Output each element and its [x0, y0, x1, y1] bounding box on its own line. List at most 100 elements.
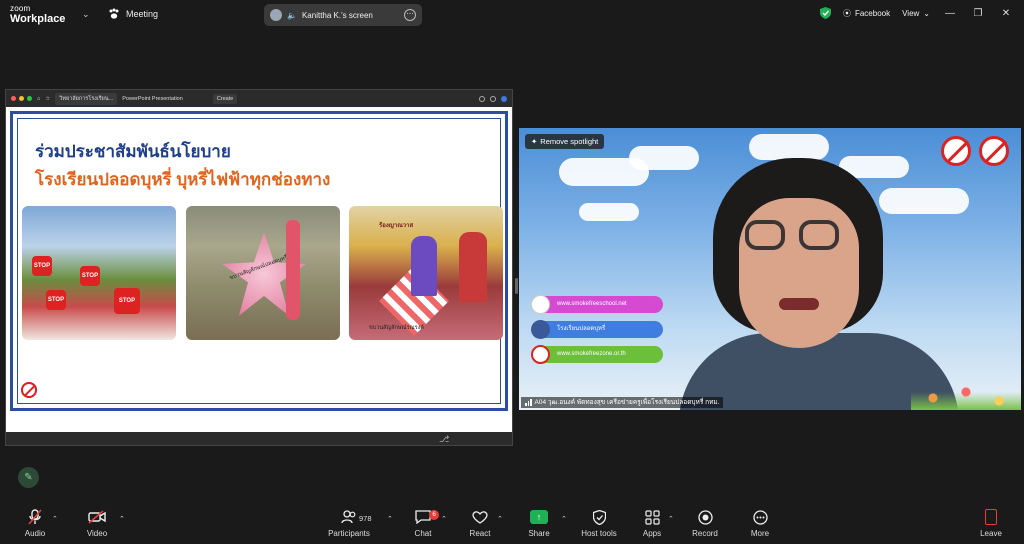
- zoom-logo[interactable]: zoom Workplace: [10, 4, 65, 25]
- share-indicator-text: Kanittha K.'s screen: [301, 10, 373, 20]
- shield-check-icon[interactable]: [819, 7, 831, 19]
- person-figure: [411, 236, 437, 296]
- person-mouth: [779, 298, 819, 310]
- audio-options-caret[interactable]: ⌃: [52, 515, 58, 523]
- participants-button[interactable]: Participants 978: [319, 508, 379, 538]
- host-tools-button[interactable]: Host tools: [569, 508, 629, 538]
- apps-options-caret[interactable]: ⌃: [668, 515, 674, 523]
- view-button[interactable]: View ⌄: [902, 9, 930, 18]
- bell-icon: [490, 95, 496, 102]
- leave-label: Leave: [980, 529, 1002, 538]
- chat-options-caret[interactable]: ⌃: [441, 515, 447, 523]
- slide-title-line2: โรงเรียนปลอดบุหรี่ บุหรี่ไฟฟ้าทุกช่องทาง: [35, 170, 331, 189]
- react-button[interactable]: React: [450, 508, 510, 538]
- chat-label: Chat: [414, 529, 432, 538]
- leave-icon: [985, 508, 997, 526]
- link-pill: www.smokefreeschool.net: [531, 295, 663, 314]
- help-icon: [479, 95, 485, 102]
- pencil-icon: ✎: [24, 472, 33, 483]
- meeting-tab[interactable]: Meeting: [108, 8, 158, 20]
- web-icon: [531, 295, 550, 314]
- shield-icon: [592, 508, 606, 526]
- audio-label: Audio: [24, 529, 46, 538]
- link-text: โรงเรียนปลอดบุหรี่: [557, 326, 606, 332]
- more-options-icon[interactable]: ⋯: [404, 9, 416, 21]
- avatar: [270, 9, 282, 21]
- slide-title-line1: ร่วมประชาสัมพันธ์นโยบาย: [35, 142, 231, 161]
- top-bar: zoom Workplace ⌄ Meeting 🔈 Kanittha K.'s…: [0, 0, 1024, 30]
- shared-tab-3: Create: [212, 93, 238, 104]
- record-label: Record: [692, 529, 718, 538]
- facebook-live-button[interactable]: ⦿ Facebook: [843, 8, 890, 19]
- participants-label: Participants: [328, 529, 370, 538]
- star-icon: ☆: [45, 95, 51, 102]
- screen-share-indicator[interactable]: 🔈 Kanittha K.'s screen ⋯: [264, 4, 422, 26]
- apps-button[interactable]: Apps: [622, 508, 682, 538]
- meeting-toolbar: Audio ⌃ Video ⌃ Participants 978 ⌃ Chat …: [0, 504, 1024, 544]
- profile-icon: [501, 95, 507, 102]
- share-button[interactable]: ↑ Share: [509, 508, 569, 538]
- microphone-muted-icon: [28, 508, 42, 526]
- slide-photo-1: STOP STOP STOP STOP: [22, 206, 176, 340]
- home-icon: ⌂: [37, 95, 41, 102]
- stop-sign: STOP: [80, 266, 100, 286]
- no-smoking-icon: [21, 382, 37, 398]
- view-label: View: [902, 8, 920, 18]
- restore-icon[interactable]: ❐: [970, 8, 986, 19]
- person-figure: [286, 220, 300, 320]
- close-icon[interactable]: ✕: [998, 8, 1014, 19]
- share-label: Share: [528, 529, 550, 538]
- shared-browser-tabbar: ⌂ ☆ วิทยาลัยการโรงเรียน... PowerPoint Pr…: [6, 90, 512, 107]
- shared-tab-2: PowerPoint Presentation: [122, 95, 183, 102]
- heart-icon: [472, 508, 488, 526]
- split-handle[interactable]: [515, 278, 518, 294]
- maximize-dot-icon: [27, 96, 32, 101]
- link-pill: โรงเรียนปลอดบุหรี่: [531, 320, 663, 339]
- photo3-sign-text: ขบวนสัญลักษณ์รณรงค์: [369, 325, 424, 331]
- react-options-caret[interactable]: ⌃: [497, 515, 503, 523]
- slide-area: ร่วมประชาสัมพันธ์นโยบาย โรงเรียนปลอดบุหร…: [6, 107, 512, 435]
- video-options-caret[interactable]: ⌃: [119, 515, 125, 523]
- participants-count: 978: [359, 514, 372, 523]
- participant-name: A04 วุฒ.อนงค์ พัดทองสุข เครือข่ายครูเพื่…: [534, 399, 720, 406]
- video-name-caption: A04 วุฒ.อนงค์ พัดทองสุข เครือข่ายครูเพื่…: [521, 397, 724, 408]
- slide: ร่วมประชาสัมพันธ์นโยบาย โรงเรียนปลอดบุหร…: [10, 111, 508, 411]
- link-pill: www.smokefreezone.or.th: [531, 345, 663, 364]
- annotate-button[interactable]: ✎: [18, 467, 39, 488]
- zoom-window: zoom Workplace ⌄ Meeting 🔈 Kanittha K.'s…: [0, 0, 1024, 544]
- react-label: React: [469, 529, 491, 538]
- share-options-caret[interactable]: ⌃: [561, 515, 567, 523]
- stop-sign: STOP: [114, 288, 140, 314]
- close-dot-icon: [11, 96, 16, 101]
- record-button[interactable]: Record: [675, 508, 735, 538]
- no-smoking-icon: [531, 345, 550, 364]
- more-label: More: [750, 529, 770, 538]
- chat-button[interactable]: Chat 6: [393, 508, 453, 538]
- more-icon: [752, 508, 768, 526]
- link-text: www.smokefreezone.or.th: [557, 351, 626, 357]
- video-button[interactable]: Video: [67, 508, 127, 538]
- leave-button[interactable]: Leave: [961, 508, 1021, 538]
- audio-button[interactable]: Audio: [5, 508, 65, 538]
- participants-options-caret[interactable]: ⌃: [387, 515, 393, 523]
- no-smoking-icon: [979, 136, 1009, 166]
- spotlight-video: ✦ Remove spotlight www.smokefreeschool.n…: [519, 128, 1021, 410]
- remove-spotlight-label: Remove spotlight: [540, 137, 599, 146]
- broadcast-icon: ⦿: [842, 8, 851, 18]
- video-label: Video: [86, 529, 108, 538]
- paw-icon: [109, 8, 119, 19]
- record-icon: [697, 508, 713, 526]
- more-button[interactable]: More: [730, 508, 790, 538]
- host-tools-label: Host tools: [581, 529, 617, 538]
- meeting-label: Meeting: [126, 9, 159, 19]
- video-off-icon: [88, 508, 106, 526]
- slide-photo-2: ขบวนสัญลักษณ์ปลอดบุหรี่: [186, 206, 340, 340]
- chevron-down-icon[interactable]: ⌄: [82, 9, 90, 20]
- speaker-icon: 🔈: [287, 10, 297, 20]
- apps-label: Apps: [642, 529, 662, 538]
- minimize-icon[interactable]: —: [942, 8, 958, 19]
- window-dots: [11, 96, 32, 101]
- slide-photo-3: ร้องญาณวาส ขบวนสัญลักษณ์รณรงค์: [349, 206, 503, 340]
- remove-spotlight-button[interactable]: ✦ Remove spotlight: [525, 134, 605, 149]
- cursor-icon: ⎇: [439, 434, 450, 444]
